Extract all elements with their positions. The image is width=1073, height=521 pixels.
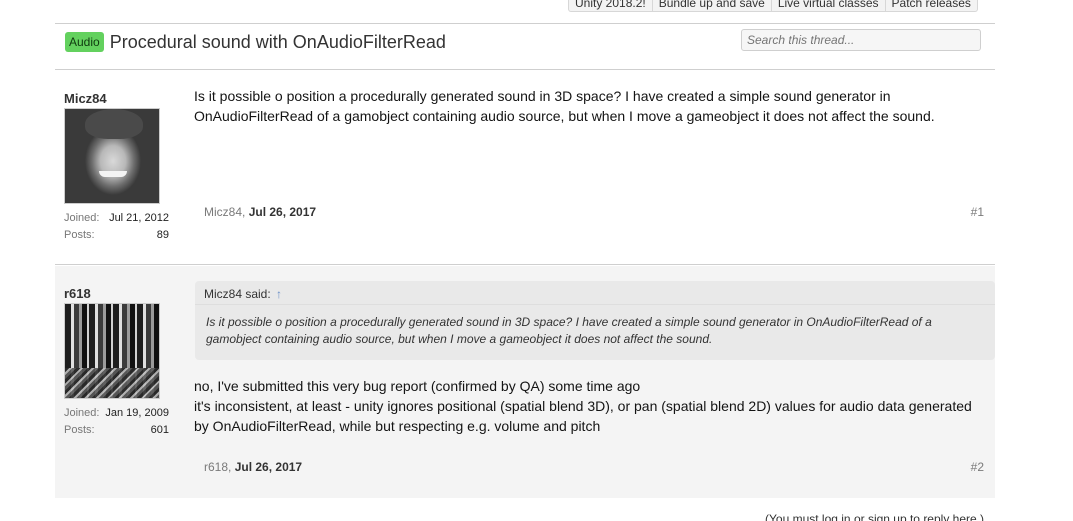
joined-stat: Joined: Jan 19, 2009 [64, 407, 169, 419]
post-number-link[interactable]: #2 [971, 460, 984, 474]
prefix-badge[interactable]: Audio [65, 32, 104, 52]
login-notice: (You must log in or sign up to reply her… [765, 512, 985, 521]
post-number-link[interactable]: #1 [971, 205, 984, 219]
post-1: Micz84 Joined: Jul 21, 2012 Posts: 89 Is… [55, 70, 995, 265]
post-meta: r618, Jul 26, 2017 [204, 460, 302, 474]
jump-to-quote-icon[interactable]: ↑ [276, 287, 282, 301]
posts-stat: Posts: 601 [64, 424, 169, 436]
posts-label: Posts: [64, 424, 95, 436]
joined-value: Jul 21, 2012 [109, 212, 169, 224]
nav-link-live-classes[interactable]: Live virtual classes [770, 0, 885, 11]
joined-label: Joined: [64, 407, 100, 419]
nav-link-patch-releases[interactable]: Patch releases [884, 0, 977, 11]
username-link[interactable]: Micz84 [64, 91, 169, 106]
posts-value[interactable]: 601 [151, 424, 169, 436]
post-message: no, I've submitted this very bug report … [194, 376, 984, 436]
quote-author: Micz84 said: [204, 287, 271, 301]
joined-value: Jan 19, 2009 [105, 407, 169, 419]
post-message-line: it's inconsistent, at least - unity igno… [194, 398, 972, 434]
post-1-user-info: Micz84 Joined: Jul 21, 2012 Posts: 89 [64, 91, 169, 241]
posts-value[interactable]: 89 [157, 229, 169, 241]
post-date-link[interactable]: Jul 26, 2017 [235, 460, 302, 474]
avatar[interactable] [64, 108, 160, 204]
posts-label: Posts: [64, 229, 95, 241]
username-link[interactable]: r618 [64, 286, 169, 301]
quote-block: Micz84 said: ↑ Is it possible o position… [195, 281, 995, 360]
thread-title: Procedural sound with OnAudioFilterRead [109, 31, 446, 52]
post-author-link[interactable]: r618, [204, 460, 231, 474]
post-meta: Micz84, Jul 26, 2017 [204, 205, 316, 219]
nav-link-bundle[interactable]: Bundle up and save [651, 0, 771, 11]
post-2: r618 Joined: Jan 19, 2009 Posts: 601 Mic… [55, 266, 995, 498]
header-divider-top [55, 23, 995, 24]
thread-search-input[interactable] [741, 29, 981, 51]
top-nav: Unity 2018.2! Bundle up and save Live vi… [568, 0, 978, 12]
avatar[interactable] [64, 303, 160, 399]
post-2-user-info: r618 Joined: Jan 19, 2009 Posts: 601 [64, 286, 169, 436]
nav-link-unity-2018[interactable]: Unity 2018.2! [569, 0, 652, 11]
posts-stat: Posts: 89 [64, 229, 169, 241]
post-message: Is it possible o position a procedurally… [194, 88, 935, 124]
joined-stat: Joined: Jul 21, 2012 [64, 212, 169, 224]
joined-label: Joined: [64, 212, 100, 224]
post-author-link[interactable]: Micz84, [204, 205, 245, 219]
quote-header: Micz84 said: ↑ [195, 281, 995, 305]
thread-header: Audio Procedural sound with OnAudioFilte… [65, 30, 446, 54]
post-date-link[interactable]: Jul 26, 2017 [249, 205, 316, 219]
quote-text: Is it possible o position a procedurally… [206, 315, 932, 346]
post-message-line: no, I've submitted this very bug report … [194, 378, 641, 394]
